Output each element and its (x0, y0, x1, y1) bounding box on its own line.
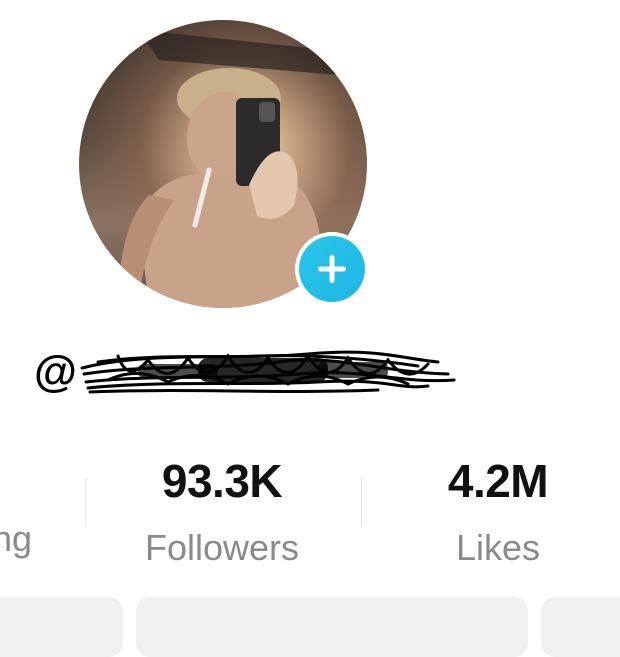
profile-avatar-container (79, 20, 369, 310)
stat-divider (361, 478, 362, 526)
likes-count: 4.2M (447, 455, 549, 507)
likes-label: Likes (455, 527, 541, 568)
username-at-symbol: @ (34, 347, 77, 396)
followers-stat[interactable]: 93.3K Followers (122, 458, 322, 566)
username: @ (34, 344, 456, 400)
action-button-middle[interactable] (136, 597, 528, 657)
followers-label: Followers (144, 527, 300, 568)
likes-stat[interactable]: 4.2M Likes (418, 458, 578, 566)
followers-count: 93.3K (161, 455, 283, 507)
redaction-scribble (80, 350, 456, 394)
follow-add-button[interactable] (295, 232, 369, 306)
action-button-right[interactable] (541, 597, 620, 657)
plus-icon (299, 236, 365, 302)
following-label-partial: ng (0, 518, 33, 559)
action-button-left[interactable] (0, 597, 123, 657)
stat-divider (85, 478, 86, 526)
